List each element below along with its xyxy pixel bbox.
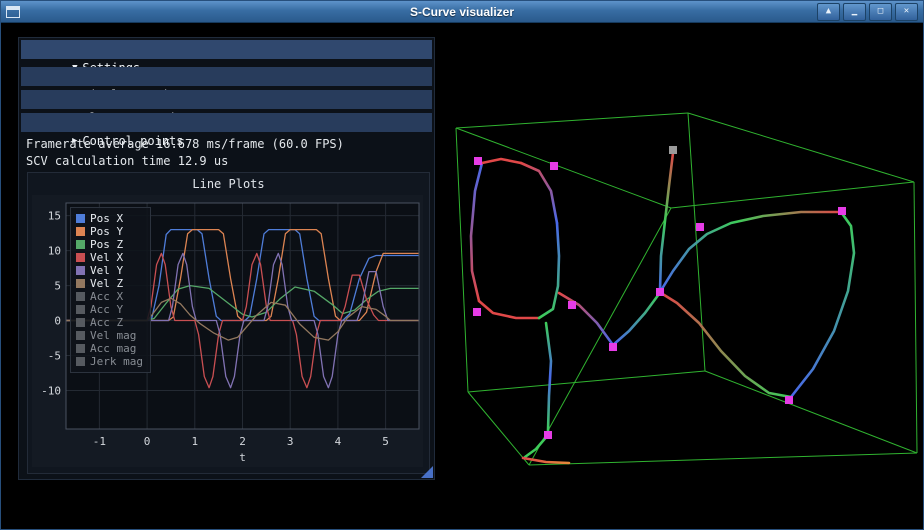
header-settings[interactable]: ▼Settings <box>21 40 432 75</box>
scv-time-text: SCV calculation time 12.9 us <box>26 154 229 168</box>
legend-swatch <box>76 331 85 340</box>
control-point-markers[interactable] <box>473 146 846 439</box>
svg-text:-5: -5 <box>48 350 61 363</box>
control-point <box>696 223 704 231</box>
legend-swatch <box>76 227 85 236</box>
legend-label: Acc Z <box>90 316 124 329</box>
svg-text:10: 10 <box>48 245 61 258</box>
legend-label: Acc mag <box>90 342 137 355</box>
legend-label: Vel X <box>90 251 124 264</box>
shade-button[interactable]: ▲ <box>817 2 840 21</box>
svg-text:2: 2 <box>239 435 246 448</box>
legend-item-pos-z[interactable]: Pos Z <box>76 238 143 251</box>
titlebar-buttons: ▲ ▁ □ ✕ <box>817 2 918 21</box>
legend-swatch <box>76 266 85 275</box>
close-button[interactable]: ✕ <box>895 2 918 21</box>
legend-label: Vel mag <box>90 329 137 342</box>
svg-text:3: 3 <box>287 435 294 448</box>
control-point <box>544 431 552 439</box>
legend-item-pos-x[interactable]: Pos X <box>76 212 143 225</box>
legend-item-acc-y[interactable]: Acc Y <box>76 303 143 316</box>
start-point <box>669 146 677 154</box>
svg-text:-10: -10 <box>41 385 61 398</box>
legend-item-pos-y[interactable]: Pos Y <box>76 225 143 238</box>
svg-text:1: 1 <box>191 435 198 448</box>
x-axis-label: t <box>239 451 246 464</box>
legend-swatch <box>76 357 85 366</box>
control-point <box>473 308 481 316</box>
svg-text:0: 0 <box>144 435 151 448</box>
minimize-button[interactable]: ▁ <box>843 2 866 21</box>
scurve-trajectory <box>469 151 856 465</box>
control-point <box>838 207 846 215</box>
plot-legend: Pos X Pos Y Pos Z Vel X Vel Y Vel Z Acc X Acc Y… <box>70 207 151 373</box>
legend-item-vel-z[interactable]: Vel Z <box>76 277 143 290</box>
legend-item-vel-mag[interactable]: Vel mag <box>76 329 143 342</box>
legend-swatch <box>76 344 85 353</box>
svg-text:4: 4 <box>335 435 342 448</box>
legend-swatch <box>76 305 85 314</box>
legend-swatch <box>76 240 85 249</box>
legend-label: Vel Y <box>90 264 124 277</box>
legend-item-jerk-mag[interactable]: Jerk mag <box>76 355 143 368</box>
legend-label: Pos X <box>90 212 124 225</box>
app-window: S-Curve visualizer ▲ ▁ □ ✕ ▼Settings ▶Di… <box>0 0 924 530</box>
control-point <box>609 343 617 351</box>
window-title: S-Curve visualizer <box>409 4 515 19</box>
legend-swatch <box>76 318 85 327</box>
legend-swatch <box>76 253 85 262</box>
legend-item-vel-y[interactable]: Vel Y <box>76 264 143 277</box>
svg-text:-1: -1 <box>93 435 106 448</box>
framerate-text: Framerate average 16.678 ms/frame (60.0 … <box>26 137 344 151</box>
legend-swatch <box>76 292 85 301</box>
header-display-options[interactable]: ▶Display options <box>21 67 432 102</box>
legend-label: Jerk mag <box>90 355 143 368</box>
window-icon[interactable] <box>6 5 20 18</box>
legend-label: Pos Z <box>90 238 124 251</box>
control-point <box>656 288 664 296</box>
line-plots-child: Line Plots -1 0 1 2 3 4 5 15 10 5 0 -5 -10 t Pos X Pos… <box>27 172 430 474</box>
legend-label: Acc X <box>90 290 124 303</box>
resize-grip[interactable] <box>421 466 433 478</box>
svg-text:5: 5 <box>382 435 389 448</box>
header-control-points[interactable]: ▶ Control points <box>21 113 432 148</box>
legend-item-acc-z[interactable]: Acc Z <box>76 316 143 329</box>
control-point <box>474 157 482 165</box>
control-point <box>568 301 576 309</box>
line-plot[interactable]: -1 0 1 2 3 4 5 15 10 5 0 -5 -10 t Pos X Pos Y Pos Z Vel … <box>32 195 423 467</box>
legend-item-vel-x[interactable]: Vel X <box>76 251 143 264</box>
titlebar[interactable]: S-Curve visualizer ▲ ▁ □ ✕ <box>1 1 923 23</box>
maximize-button[interactable]: □ <box>869 2 892 21</box>
svg-text:15: 15 <box>48 210 61 223</box>
legend-swatch <box>76 279 85 288</box>
legend-swatch <box>76 214 85 223</box>
legend-label: Vel Z <box>90 277 124 290</box>
legend-label: Pos Y <box>90 225 124 238</box>
legend-item-acc-mag[interactable]: Acc mag <box>76 342 143 355</box>
svg-text:0: 0 <box>54 315 61 328</box>
control-point <box>785 396 793 404</box>
settings-panel: ▼Settings ▶Display options ▶Planner sett… <box>18 37 435 480</box>
legend-item-acc-x[interactable]: Acc X <box>76 290 143 303</box>
plot-title: Line Plots <box>192 177 265 191</box>
legend-label: Acc Y <box>90 303 124 316</box>
control-point <box>550 162 558 170</box>
svg-text:5: 5 <box>54 280 61 293</box>
header-planner-settings[interactable]: ▶Planner settings <box>21 90 432 125</box>
